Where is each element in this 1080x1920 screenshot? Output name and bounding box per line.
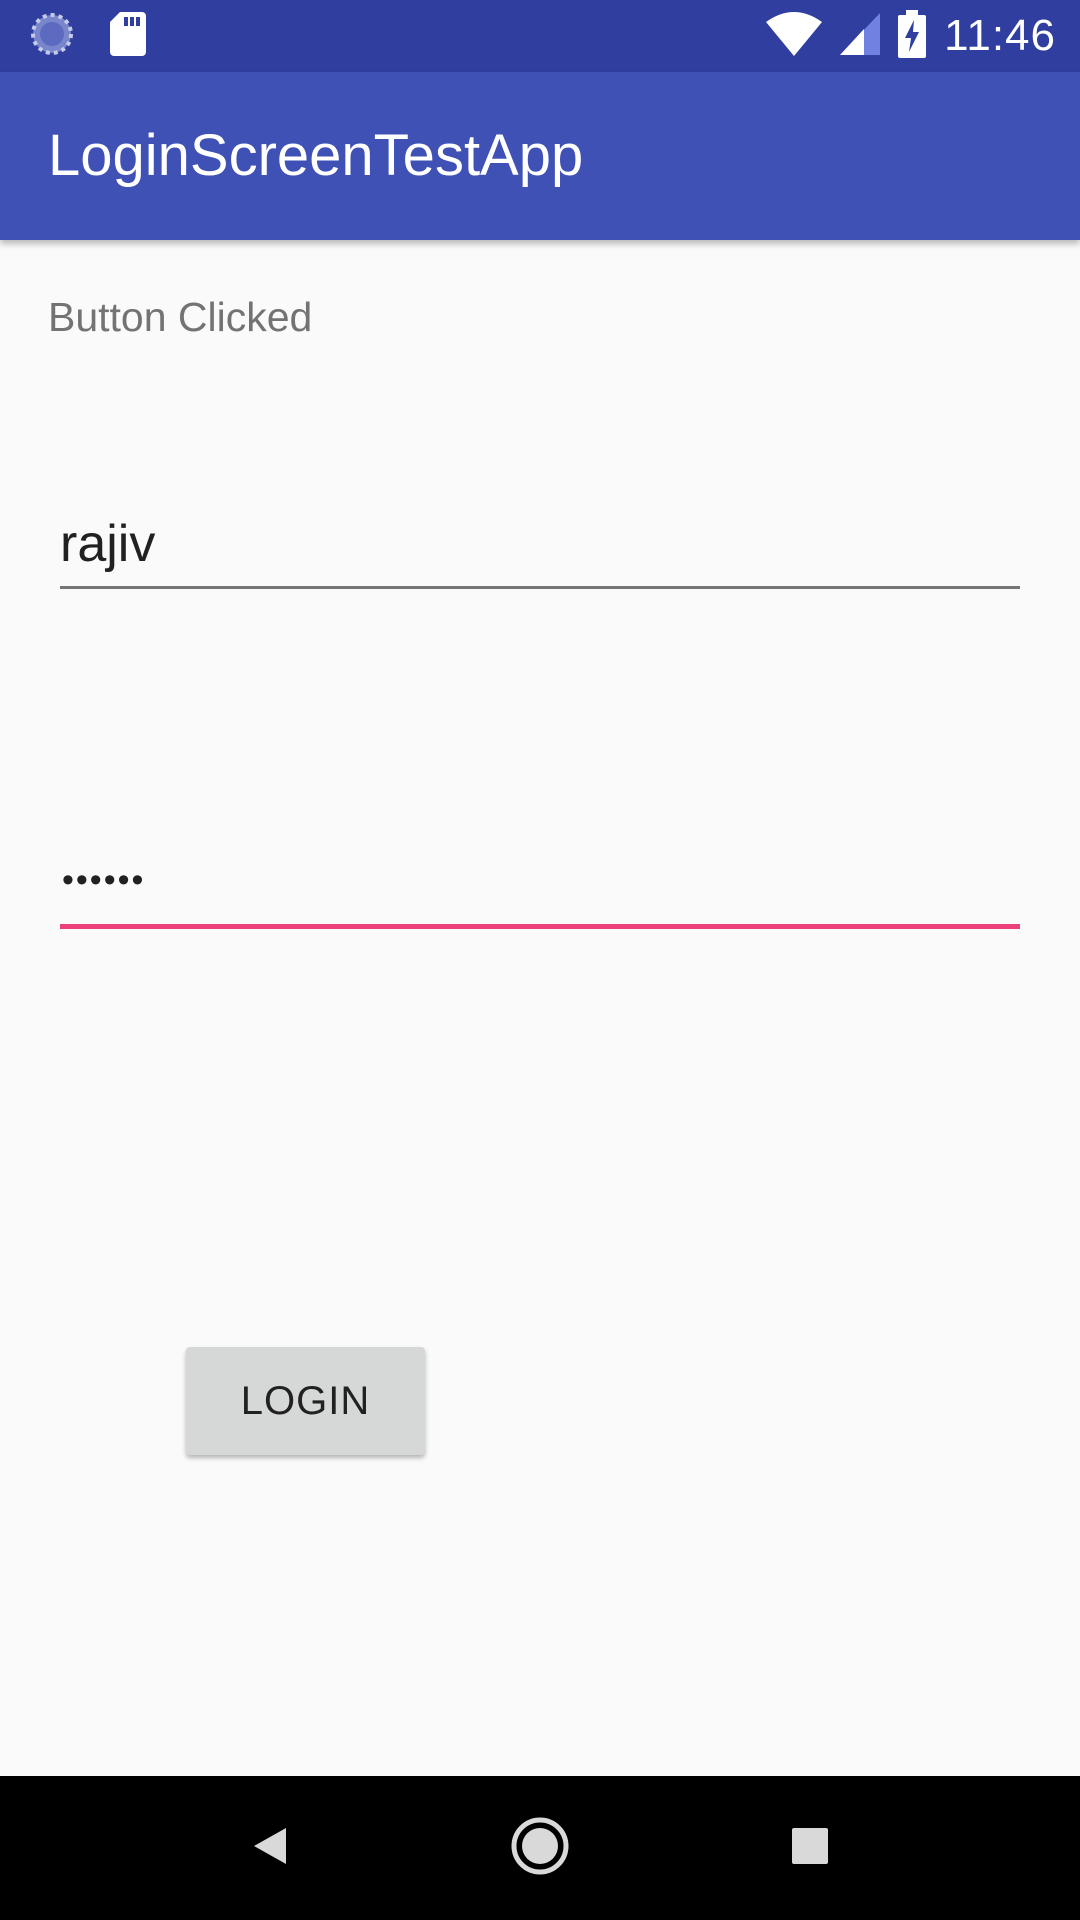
status-left-icons — [30, 11, 146, 61]
back-icon — [248, 1824, 292, 1873]
status-right-icons: 11:46 — [766, 9, 1056, 63]
app-bar: LoginScreenTestApp — [0, 72, 1080, 240]
username-field[interactable]: rajiv — [60, 508, 1020, 589]
password-field[interactable]: •••••• — [60, 848, 1020, 929]
home-icon — [510, 1816, 570, 1881]
password-mask: •••••• — [62, 861, 146, 899]
screen: 11:46 LoginScreenTestApp Button Clicked … — [0, 0, 1080, 1920]
status-bar: 11:46 — [0, 0, 1080, 72]
navigation-bar — [0, 1776, 1080, 1920]
recents-button[interactable] — [774, 1812, 846, 1884]
back-button[interactable] — [234, 1812, 306, 1884]
username-value: rajiv — [60, 515, 156, 573]
status-time: 11:46 — [944, 11, 1056, 60]
wifi-icon — [766, 11, 823, 61]
app-title: LoginScreenTestApp — [48, 123, 584, 188]
sd-card-icon — [110, 11, 146, 61]
status-message: Button Clicked — [48, 294, 313, 340]
cellular-signal-icon — [840, 12, 881, 60]
loading-spinner-icon — [30, 12, 74, 61]
login-button[interactable]: LOGIN — [186, 1347, 425, 1455]
home-button[interactable] — [504, 1812, 576, 1884]
recents-icon — [790, 1826, 830, 1871]
battery-charging-icon — [898, 9, 927, 63]
